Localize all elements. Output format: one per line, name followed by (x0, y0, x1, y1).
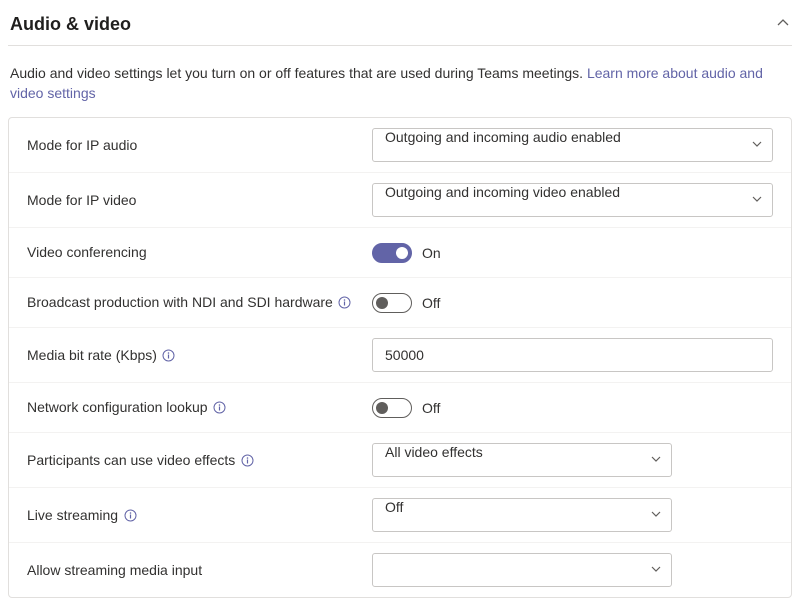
info-icon[interactable] (338, 296, 352, 310)
info-icon[interactable] (123, 508, 137, 522)
toggle-state-label: Off (422, 400, 440, 416)
select-ip-audio[interactable]: Outgoing and incoming audio enabled (372, 128, 773, 162)
settings-panel: Mode for IP audio Outgoing and incoming … (8, 117, 792, 598)
select-allow-media-input[interactable] (372, 553, 672, 587)
description-text: Audio and video settings let you turn on… (10, 65, 587, 81)
row-video-conferencing: Video conferencing On (9, 228, 791, 278)
select-ip-video[interactable]: Outgoing and incoming video enabled (372, 183, 773, 217)
row-media-bit-rate: Media bit rate (Kbps) (9, 328, 791, 383)
label-allow-media-input: Allow streaming media input (27, 561, 372, 580)
info-icon[interactable] (162, 348, 176, 362)
toggle-network-lookup[interactable] (372, 398, 412, 418)
section-title: Audio & video (10, 14, 131, 35)
row-video-effects: Participants can use video effects All v… (9, 433, 791, 488)
info-icon[interactable] (213, 401, 227, 415)
toggle-broadcast[interactable] (372, 293, 412, 313)
row-ip-audio: Mode for IP audio Outgoing and incoming … (9, 118, 791, 173)
collapse-chevron-icon[interactable] (776, 16, 790, 33)
label-broadcast: Broadcast production with NDI and SDI ha… (27, 293, 333, 312)
info-icon[interactable] (240, 453, 254, 467)
row-live-streaming: Live streaming Off (9, 488, 791, 543)
row-allow-media-input: Allow streaming media input (9, 543, 791, 597)
input-media-bit-rate[interactable] (372, 338, 773, 372)
label-ip-video: Mode for IP video (27, 191, 372, 210)
toggle-state-label: On (422, 245, 441, 261)
toggle-state-label: Off (422, 295, 440, 311)
select-video-effects[interactable]: All video effects (372, 443, 672, 477)
label-ip-audio: Mode for IP audio (27, 136, 372, 155)
select-live-streaming[interactable]: Off (372, 498, 672, 532)
label-video-conferencing: Video conferencing (27, 243, 372, 262)
row-broadcast: Broadcast production with NDI and SDI ha… (9, 278, 791, 328)
toggle-video-conferencing[interactable] (372, 243, 412, 263)
row-ip-video: Mode for IP video Outgoing and incoming … (9, 173, 791, 228)
row-network-lookup: Network configuration lookup Off (9, 383, 791, 433)
label-media-bit-rate: Media bit rate (Kbps) (27, 346, 157, 365)
section-header: Audio & video (8, 8, 792, 46)
label-network-lookup: Network configuration lookup (27, 398, 208, 417)
section-description: Audio and video settings let you turn on… (8, 46, 792, 117)
label-live-streaming: Live streaming (27, 506, 118, 525)
label-video-effects: Participants can use video effects (27, 451, 235, 470)
